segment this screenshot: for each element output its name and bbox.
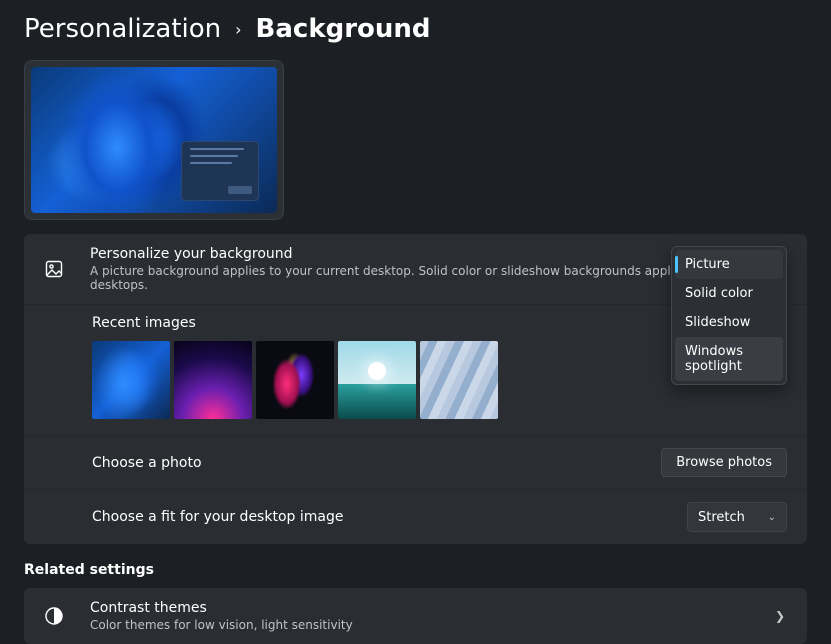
fit-dropdown-value: Stretch <box>698 510 745 525</box>
background-preview-image <box>31 67 277 213</box>
dropdown-option-picture[interactable]: Picture <box>675 250 783 279</box>
background-settings-card: Personalize your background A picture ba… <box>24 234 807 544</box>
choose-fit-label: Choose a fit for your desktop image <box>92 509 687 525</box>
recent-image-3[interactable] <box>256 341 334 419</box>
recent-image-1[interactable] <box>92 341 170 419</box>
contrast-themes-desc: Color themes for low vision, light sensi… <box>90 618 773 632</box>
dropdown-option-windows-spotlight[interactable]: Windows spotlight <box>675 337 783 381</box>
preview-window-mock <box>181 141 259 201</box>
breadcrumb-parent[interactable]: Personalization <box>24 14 221 44</box>
dropdown-option-slideshow[interactable]: Slideshow <box>675 308 783 337</box>
dropdown-option-solid-color[interactable]: Solid color <box>675 279 783 308</box>
choose-photo-row: Choose a photo Browse photos <box>24 435 807 489</box>
contrast-themes-title: Contrast themes <box>90 600 773 616</box>
breadcrumb: Personalization › Background <box>24 14 807 44</box>
background-type-dropdown[interactable]: Picture Solid color Slideshow Windows sp… <box>671 246 787 385</box>
related-settings-header: Related settings <box>24 562 807 578</box>
related-settings-card: Contrast themes Color themes for low vis… <box>24 588 807 644</box>
chevron-down-icon: ⌄ <box>768 512 776 523</box>
contrast-themes-row[interactable]: Contrast themes Color themes for low vis… <box>24 588 807 644</box>
page-title: Background <box>256 14 431 44</box>
browse-photos-button[interactable]: Browse photos <box>661 448 787 477</box>
chevron-right-icon: › <box>235 20 241 39</box>
choose-fit-row: Choose a fit for your desktop image Stre… <box>24 489 807 544</box>
fit-dropdown[interactable]: Stretch ⌄ <box>687 502 787 532</box>
choose-photo-label: Choose a photo <box>92 455 661 471</box>
background-preview <box>24 60 284 220</box>
recent-image-5[interactable] <box>420 341 498 419</box>
chevron-right-icon: ❯ <box>773 609 787 623</box>
recent-image-4[interactable] <box>338 341 416 419</box>
picture-icon <box>44 259 64 279</box>
recent-image-2[interactable] <box>174 341 252 419</box>
contrast-icon <box>44 606 64 626</box>
personalize-row: Personalize your background A picture ba… <box>24 234 807 304</box>
